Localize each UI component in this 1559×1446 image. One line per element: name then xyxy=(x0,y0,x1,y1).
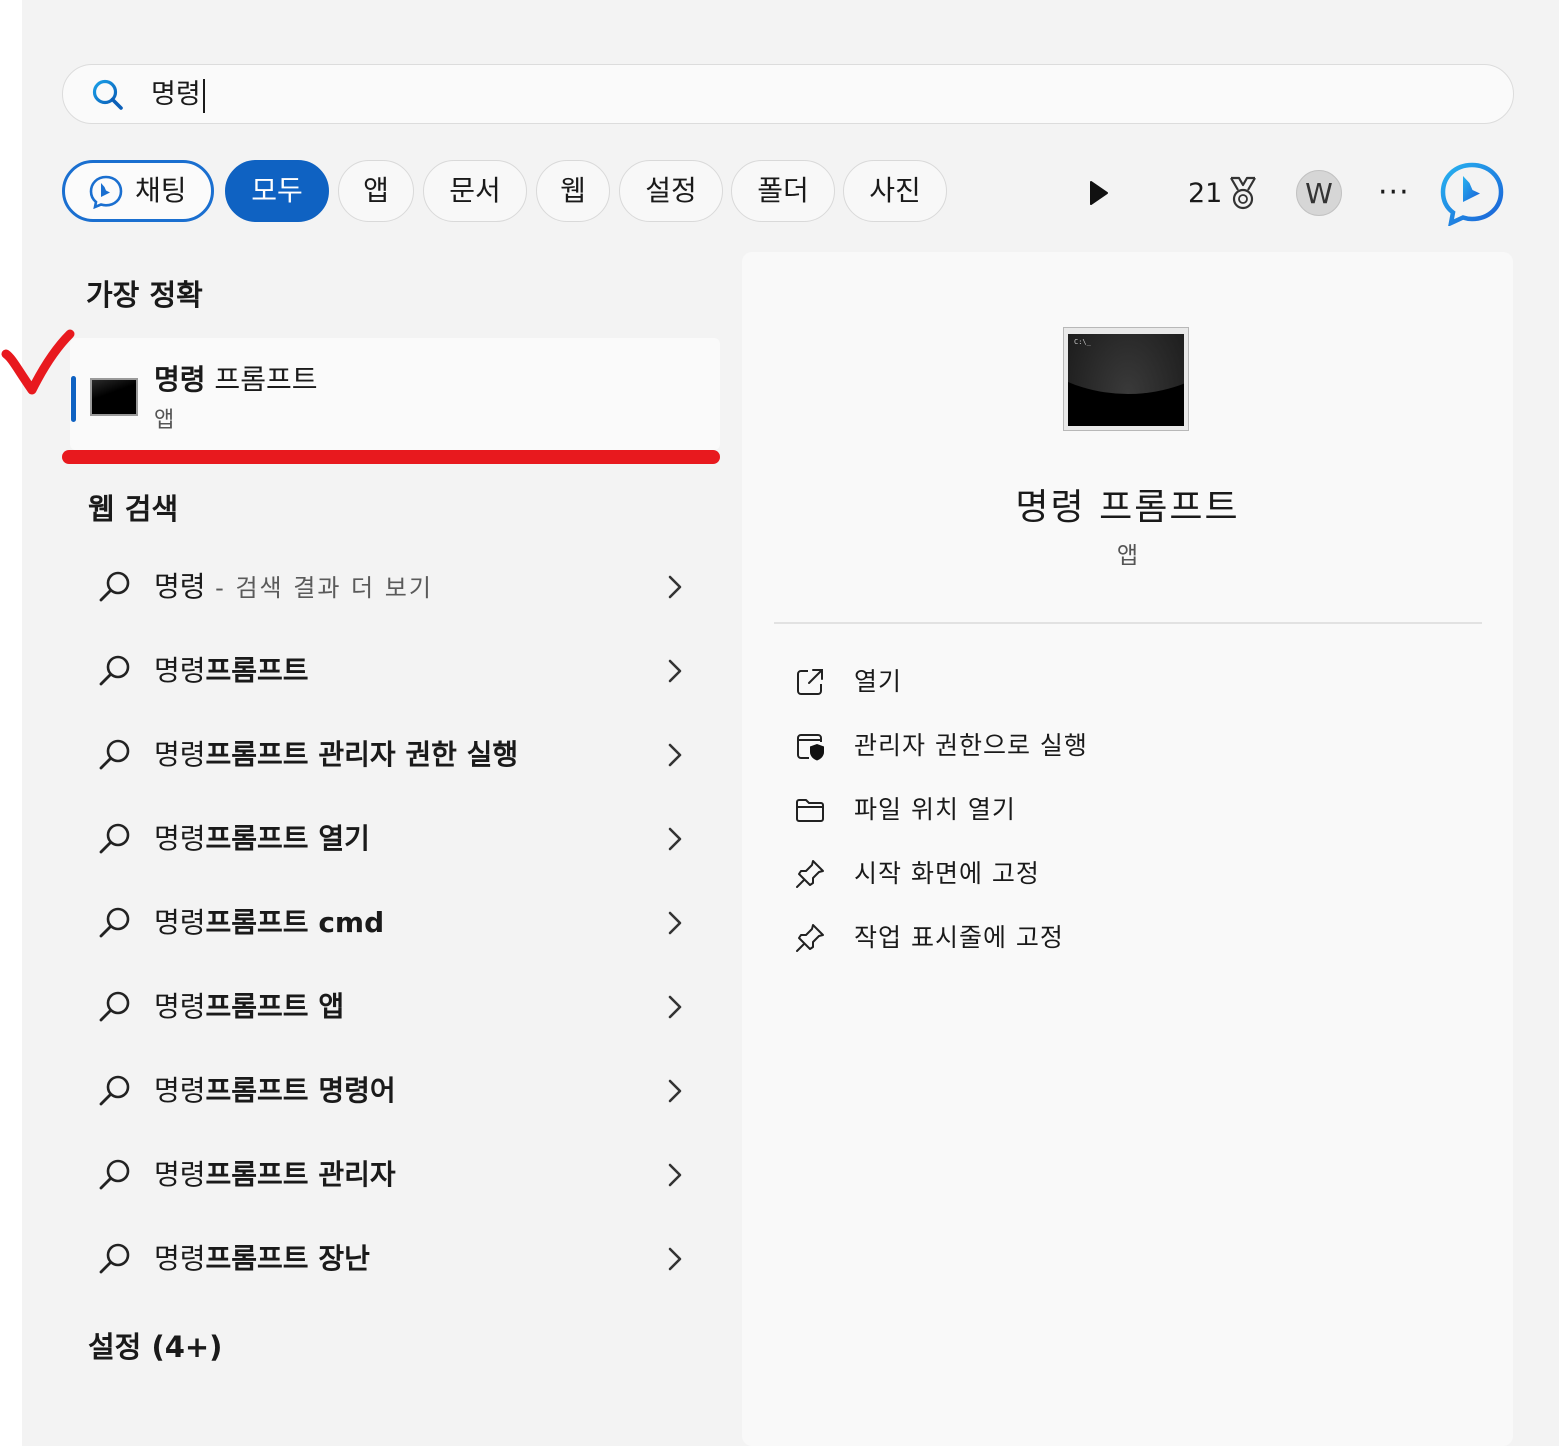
chevron-right-icon xyxy=(668,575,682,599)
web-search-text: 명령프롬프트 명령어 xyxy=(154,1074,396,1107)
icon-prompt-text: C:\_ xyxy=(1074,338,1091,346)
chip-web-label: 웹 xyxy=(560,174,586,207)
web-search-item[interactable]: 명령프롬프트 장난 xyxy=(90,1230,690,1290)
chip-photos-label: 사진 xyxy=(869,174,921,207)
action-open-file-location[interactable]: 파일 위치 열기 xyxy=(794,790,1394,830)
chip-chat[interactable]: 채팅 xyxy=(62,160,214,222)
web-search-text: 명령프롬프트 장난 xyxy=(154,1242,370,1275)
web-search-text: 명령프롬프트 열기 xyxy=(154,822,370,855)
more-options-icon[interactable]: ··· xyxy=(1378,178,1410,208)
web-search-item[interactable]: 명령 - 검색 결과 더 보기 xyxy=(90,558,690,618)
search-icon xyxy=(99,1075,130,1106)
chevron-right-icon xyxy=(668,911,682,935)
search-icon xyxy=(99,655,130,686)
action-label: 시작 화면에 고정 xyxy=(854,859,1040,888)
chip-settings[interactable]: 설정 xyxy=(619,160,723,222)
rewards-points[interactable]: 21 xyxy=(1188,174,1222,214)
web-search-item[interactable]: 명령프롬프트 xyxy=(90,642,690,702)
search-icon xyxy=(99,991,130,1022)
chevron-right-icon xyxy=(668,827,682,851)
command-prompt-icon: C:\_ xyxy=(1063,327,1189,431)
bing-chat-icon xyxy=(89,175,123,209)
search-icon xyxy=(99,1159,130,1190)
details-type: 앱 xyxy=(1116,543,1139,569)
details-pane: C:\_ 명령 프롬프트 앱 열기 관리자 권한으로 실행 파일 위치 열기 시… xyxy=(742,252,1513,1446)
best-match-name: 명령 프롬프트 xyxy=(154,363,318,396)
settings-heading: 설정 (4+) xyxy=(88,1330,223,1364)
chip-all-label: 모두 xyxy=(251,174,303,207)
search-input[interactable]: 명령 xyxy=(151,73,205,117)
text-caret xyxy=(202,78,205,113)
web-search-text: 명령프롬프트 xyxy=(154,654,309,687)
chip-chat-label: 채팅 xyxy=(135,174,187,207)
action-run-as-admin[interactable]: 관리자 권한으로 실행 xyxy=(794,726,1394,766)
selection-indicator xyxy=(71,376,76,422)
chip-folders[interactable]: 폴더 xyxy=(731,160,835,222)
action-label: 작업 표시줄에 고정 xyxy=(854,923,1064,952)
underline-annotation xyxy=(62,450,720,464)
search-box[interactable]: 명령 xyxy=(62,64,1514,124)
web-search-text: 명령프롬프트 cmd xyxy=(154,906,385,939)
open-external-icon xyxy=(797,669,823,695)
chevron-right-icon xyxy=(668,659,682,683)
action-pin-to-taskbar[interactable]: 작업 표시줄에 고정 xyxy=(794,918,1394,958)
details-title: 명령 프롬프트 xyxy=(1015,487,1240,528)
web-search-text: 명령프롬프트 관리자 xyxy=(154,1158,396,1191)
chip-photos[interactable]: 사진 xyxy=(843,160,947,222)
chevron-right-icon xyxy=(668,1163,682,1187)
medal-icon[interactable] xyxy=(1226,176,1260,212)
web-search-item[interactable]: 명령프롬프트 관리자 xyxy=(90,1146,690,1206)
search-icon xyxy=(99,823,130,854)
chip-folders-label: 폴더 xyxy=(757,174,809,207)
chevron-right-icon xyxy=(668,1079,682,1103)
action-open[interactable]: 열기 xyxy=(794,662,1394,702)
web-search-item[interactable]: 명령프롬프트 cmd xyxy=(90,894,690,954)
search-icon xyxy=(99,739,130,770)
action-label: 파일 위치 열기 xyxy=(854,795,1016,824)
chevron-right-icon xyxy=(668,743,682,767)
web-search-item[interactable]: 명령프롬프트 열기 xyxy=(90,810,690,870)
command-prompt-icon xyxy=(90,378,138,416)
folder-icon xyxy=(796,799,824,822)
web-search-item[interactable]: 명령프롬프트 명령어 xyxy=(90,1062,690,1122)
search-icon xyxy=(99,571,130,602)
action-label: 열기 xyxy=(854,667,903,696)
best-match-item[interactable]: 명령 프롬프트 앱 xyxy=(70,338,720,450)
play-icon[interactable] xyxy=(1088,180,1110,206)
bing-chat-icon[interactable] xyxy=(1440,162,1504,226)
pin-icon xyxy=(796,860,824,888)
shield-window-icon xyxy=(797,734,824,761)
best-match-type: 앱 xyxy=(154,408,175,433)
web-search-text: 명령 - 검색 결과 더 보기 xyxy=(154,570,433,603)
chip-documents[interactable]: 문서 xyxy=(423,160,527,222)
web-search-item[interactable]: 명령프롬프트 관리자 권한 실행 xyxy=(90,726,690,786)
avatar[interactable]: W xyxy=(1296,170,1342,216)
search-icon xyxy=(92,79,123,110)
checkmark-annotation-icon xyxy=(1,329,75,395)
chip-all[interactable]: 모두 xyxy=(225,160,329,222)
chip-apps[interactable]: 앱 xyxy=(338,160,414,222)
chip-documents-label: 문서 xyxy=(449,174,501,207)
chip-settings-label: 설정 xyxy=(645,174,697,207)
divider xyxy=(774,622,1482,624)
chevron-right-icon xyxy=(668,1247,682,1271)
web-search-text: 명령프롬프트 앱 xyxy=(154,990,345,1023)
web-search-text: 명령프롬프트 관리자 권한 실행 xyxy=(154,738,519,771)
best-match-heading: 가장 정확 xyxy=(86,278,203,312)
search-icon xyxy=(99,907,130,938)
chevron-right-icon xyxy=(668,995,682,1019)
chip-web[interactable]: 웹 xyxy=(536,160,610,222)
chip-apps-label: 앱 xyxy=(363,174,389,207)
search-icon xyxy=(99,1243,130,1274)
action-pin-to-start[interactable]: 시작 화면에 고정 xyxy=(794,854,1394,894)
action-label: 관리자 권한으로 실행 xyxy=(854,731,1088,760)
web-search-heading: 웹 검색 xyxy=(88,492,179,526)
web-search-item[interactable]: 명령프롬프트 앱 xyxy=(90,978,690,1038)
pin-icon xyxy=(796,924,824,952)
